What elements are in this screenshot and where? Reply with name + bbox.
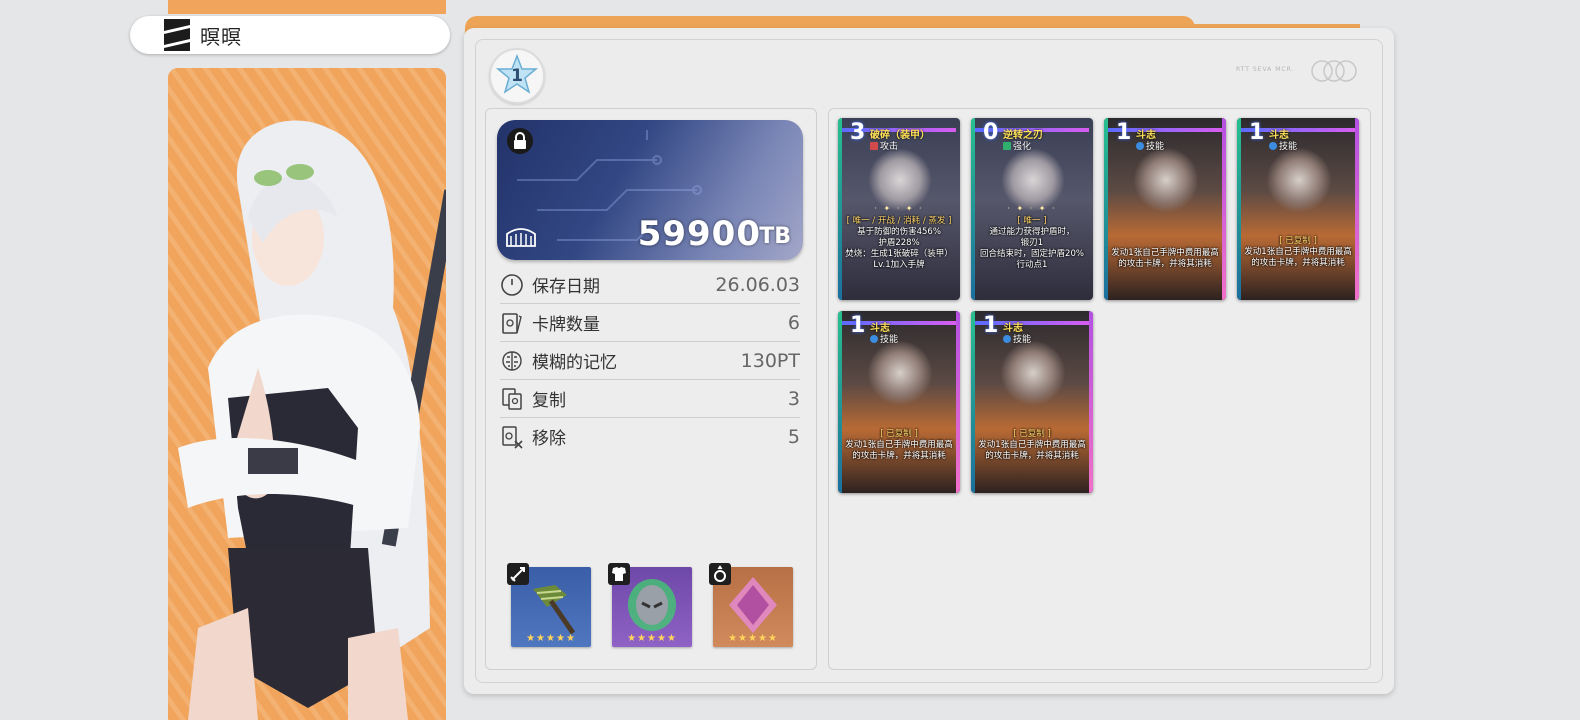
card-edge: [1089, 311, 1093, 493]
deck-card[interactable]: 3 破碎（装甲） 攻击 · ✦ · ✦ · [ 唯一 / 开战 / 消耗 / 蒸…: [838, 118, 960, 300]
card-description: [ 已复制 ] 发动1张自己手牌中费用最高的攻击卡牌，并将其消耗: [1244, 236, 1352, 268]
stat-row-memory: 模糊的记忆 130PT: [500, 342, 800, 380]
decorative-text: RTT SEVA MCR.: [1236, 66, 1295, 73]
card-edge: [1104, 118, 1108, 300]
currency-unit: TB: [759, 224, 791, 249]
rings-icon: [1311, 60, 1357, 82]
card-type: 攻击: [870, 139, 898, 152]
card-description: [ 已复制 ] 发动1张自己手牌中费用最高的攻击卡牌，并将其消耗: [845, 429, 953, 461]
character-name: 暝暝: [200, 24, 242, 49]
stat-label: 移除: [532, 429, 566, 449]
run-info-box: 59900 TB 保存日期 26.06.03 卡牌数量 6 模糊的记忆 130P…: [485, 108, 817, 670]
card-cost: 1: [1116, 120, 1132, 145]
card-cost: 0: [983, 120, 999, 145]
card-art: [1001, 148, 1065, 212]
card-art: [1134, 148, 1198, 212]
cards-icon: [502, 312, 522, 334]
card-edge: [838, 311, 842, 493]
stat-row-remove: 移除 5: [500, 418, 800, 455]
brain-icon: [502, 350, 522, 371]
equipment-stars: ★★★★★: [526, 633, 576, 644]
deck-card[interactable]: 1 斗志 技能 [ 已复制 ] 发动1张自己手牌中费用最高的攻击卡牌，并将其消耗: [971, 311, 1093, 493]
card-type: 技能: [870, 332, 898, 345]
card-description: [ 唯一 / 开战 / 消耗 / 蒸发 ] 基于防御的伤害456% 护盾228%…: [845, 216, 953, 270]
clock-icon: [501, 273, 523, 296]
card-cost: 1: [983, 313, 999, 338]
character-illustration: [168, 68, 446, 720]
faction-icon: [164, 19, 190, 51]
card-art: [868, 148, 932, 212]
stat-label: 保存日期: [532, 277, 600, 297]
deck-panel: 1 RTT SEVA MCR. 59900 TB 保存日期 26.06.03 卡…: [464, 28, 1394, 694]
card-type: 技能: [1003, 332, 1031, 345]
portrait-top-strip: [168, 0, 446, 14]
deck-card[interactable]: 0 逆转之刃 强化 · ✦ · ✦ · [ 唯一 ] 通过能力获得护盾时， 锻刃…: [971, 118, 1093, 300]
deck-card[interactable]: 1 斗志 技能 [ 已复制 ] 发动1张自己手牌中费用最高的攻击卡牌，并将其消耗: [1237, 118, 1359, 300]
equipment-armor[interactable]: ★★★★★: [608, 563, 692, 647]
equipment-weapon[interactable]: ★★★★★: [507, 563, 591, 647]
stat-row-card-count: 卡牌数量 6: [500, 304, 800, 342]
character-portrait: [168, 68, 446, 720]
card-edge: [956, 311, 960, 493]
lock-icon: [507, 128, 533, 154]
remove-icon: [502, 425, 523, 449]
card-edge: [1237, 118, 1241, 300]
card-description: [ 已复制 ] 发动1张自己手牌中费用最高的攻击卡牌，并将其消耗: [978, 429, 1086, 461]
equipment-ring[interactable]: ★★★★★: [709, 563, 793, 647]
card-type: 技能: [1136, 139, 1164, 152]
card-divider: · ✦ · ✦ ·: [874, 204, 924, 213]
card-edge: [971, 311, 975, 493]
stat-value: 26.06.03: [715, 273, 800, 296]
card-art: [1001, 341, 1065, 405]
card-art: [1267, 148, 1331, 212]
stat-label: 复制: [532, 391, 566, 411]
buff-icon: [1003, 142, 1011, 150]
card-cost: 1: [1249, 120, 1265, 145]
stat-value: 6: [787, 311, 800, 334]
stat-label: 模糊的记忆: [532, 353, 617, 373]
card-divider: · ✦ · ✦ ·: [1007, 204, 1057, 213]
equipment-stars: ★★★★★: [728, 633, 778, 644]
stat-label: 卡牌数量: [532, 315, 600, 335]
skill-icon: [1269, 142, 1277, 150]
card-cost: 1: [850, 313, 866, 338]
stat-row-copy: 复制 3: [500, 380, 800, 418]
sword-icon: [507, 563, 529, 585]
stat-row-save-date: 保存日期 26.06.03: [500, 266, 800, 304]
armor-icon: [608, 563, 630, 585]
card-edge: [1222, 118, 1226, 300]
currency-value: 59900: [637, 214, 761, 254]
character-name-pill: 暝暝: [130, 16, 450, 54]
card-description: [ 唯一 ] 通过能力获得护盾时， 锻刃1 回合结束时，固定护盾20% 行动点1: [980, 216, 1084, 270]
rank-badge: 1: [489, 48, 545, 104]
skill-icon: [1003, 335, 1011, 343]
rank-level: 1: [511, 66, 523, 86]
card-edge: [1355, 118, 1359, 300]
arena-icon: [506, 228, 536, 247]
ring-icon: [709, 563, 731, 585]
currency-card: 59900 TB: [497, 120, 803, 260]
copy-icon: [502, 387, 522, 410]
deck-card[interactable]: 1 斗志 技能 发动1张自己手牌中费用最高的攻击卡牌，并将其消耗: [1104, 118, 1226, 300]
card-type: 强化: [1003, 139, 1031, 152]
skill-icon: [870, 335, 878, 343]
card-description: 发动1张自己手牌中费用最高的攻击卡牌，并将其消耗: [1111, 248, 1219, 269]
stat-value: 3: [787, 387, 800, 410]
attack-icon: [870, 142, 878, 150]
card-cost: 3: [850, 120, 866, 145]
equipment-stars: ★★★★★: [627, 633, 677, 644]
card-art: [868, 341, 932, 405]
stat-value: 5: [787, 425, 800, 448]
skill-icon: [1136, 142, 1144, 150]
deck-card[interactable]: 1 斗志 技能 [ 已复制 ] 发动1张自己手牌中费用最高的攻击卡牌，并将其消耗: [838, 311, 960, 493]
card-type: 技能: [1269, 139, 1297, 152]
deck-grid: 3 破碎（装甲） 攻击 · ✦ · ✦ · [ 唯一 / 开战 / 消耗 / 蒸…: [828, 108, 1371, 670]
stat-value: 130PT: [740, 349, 800, 372]
